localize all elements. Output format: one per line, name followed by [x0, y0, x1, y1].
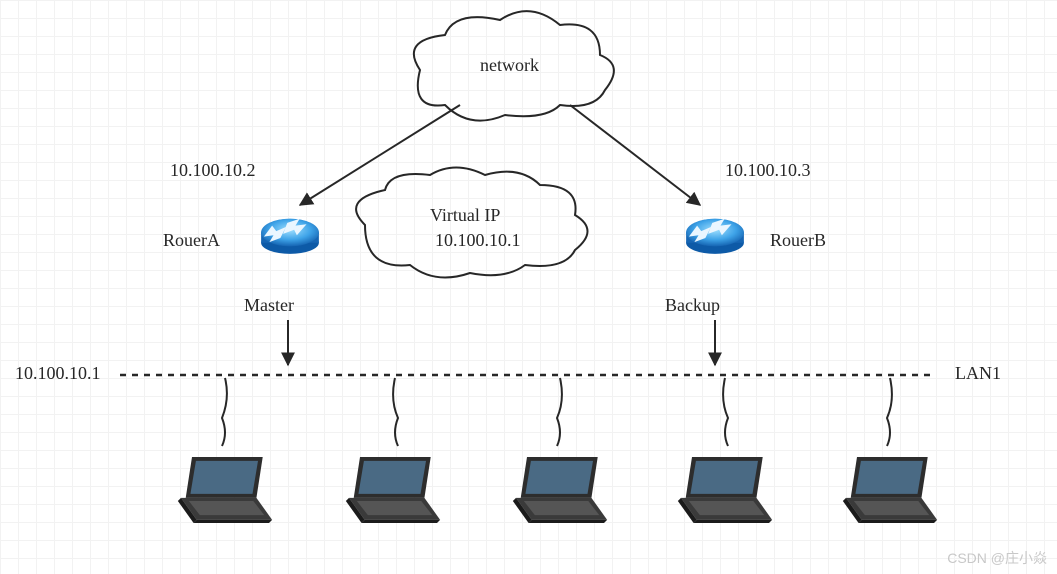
lan-name: LAN1 — [955, 363, 1001, 384]
router-b-icon — [680, 205, 750, 260]
router-a-icon — [255, 205, 325, 260]
network-cloud-label: network — [480, 55, 539, 76]
laptop-4 — [670, 450, 780, 530]
lan-left-ip: 10.100.10.1 — [15, 363, 101, 384]
router-a-name: RouerA — [163, 230, 220, 251]
laptop-1 — [170, 450, 280, 530]
laptop-3 — [505, 450, 615, 530]
laptop-5 — [835, 450, 945, 530]
router-b-role: Backup — [665, 295, 720, 316]
virtual-ip-title: Virtual IP — [430, 205, 500, 226]
router-b-ip: 10.100.10.3 — [725, 160, 811, 181]
router-a-role: Master — [244, 295, 294, 316]
router-b-name: RouerB — [770, 230, 826, 251]
laptop-2 — [338, 450, 448, 530]
watermark: CSDN @庄小焱 — [947, 548, 1047, 568]
virtual-ip-value: 10.100.10.1 — [435, 230, 521, 251]
router-a-ip: 10.100.10.2 — [170, 160, 256, 181]
